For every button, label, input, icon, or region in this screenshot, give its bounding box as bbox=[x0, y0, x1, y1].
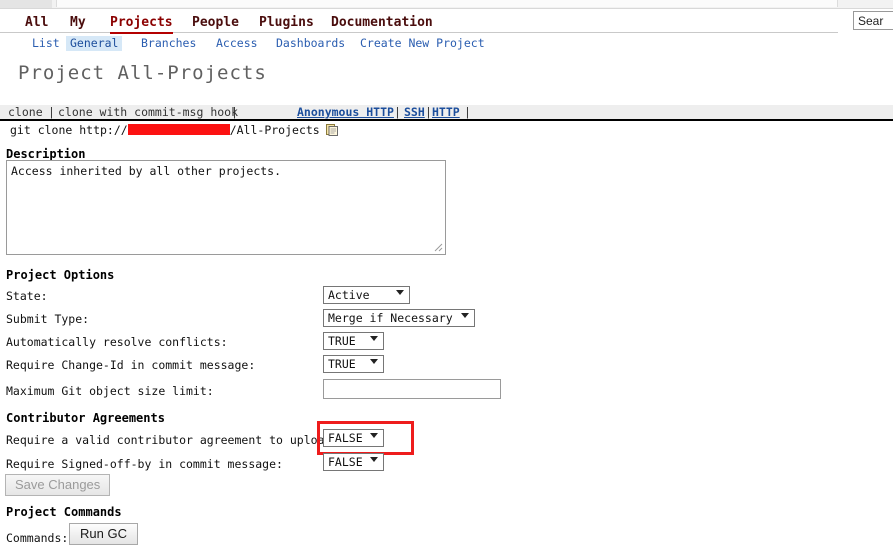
subnav-item-general[interactable]: General bbox=[66, 36, 123, 51]
nav-item-all[interactable]: All bbox=[25, 14, 48, 32]
sub-navigation: List General Branches Access Dashboards … bbox=[0, 36, 893, 53]
copy-to-clipboard-icon[interactable] bbox=[325, 124, 338, 136]
subnav-item-dashboards[interactable]: Dashboards bbox=[272, 36, 349, 51]
page-title: Project All-Projects bbox=[18, 62, 267, 84]
project-commands-heading: Project Commands bbox=[6, 505, 122, 519]
label-submit-type: Submit Type: bbox=[6, 312, 90, 326]
clone-command-suffix: /All-Projects bbox=[229, 123, 320, 137]
clone-scheme-separator-2: | bbox=[425, 105, 432, 119]
require-contributor-agreement-dropdown[interactable]: FALSE bbox=[323, 429, 384, 447]
save-changes-button[interactable]: Save Changes bbox=[5, 474, 111, 496]
label-max-git-object-size: Maximum Git object size limit: bbox=[6, 384, 214, 398]
label-commands: Commands: bbox=[6, 531, 69, 545]
subnav-item-list[interactable]: List bbox=[28, 36, 64, 51]
clone-scheme-http[interactable]: HTTP bbox=[432, 105, 460, 120]
redacted-host-bar bbox=[127, 124, 230, 135]
chevron-down-icon bbox=[461, 313, 469, 318]
nav-item-people[interactable]: People bbox=[192, 14, 239, 32]
label-state: State: bbox=[6, 289, 48, 303]
clone-command-prefix: git clone http:// bbox=[10, 123, 128, 137]
label-auto-resolve-conflicts: Automatically resolve conflicts: bbox=[6, 335, 228, 349]
chevron-down-icon bbox=[370, 433, 378, 438]
clone-command-row: git clone http:// /All-Projects bbox=[10, 123, 338, 139]
max-git-object-size-input[interactable] bbox=[323, 379, 501, 399]
subnav-item-branches[interactable]: Branches bbox=[137, 36, 200, 51]
run-gc-button[interactable]: Run GC bbox=[69, 523, 138, 545]
require-signed-off-by-value: FALSE bbox=[328, 455, 363, 469]
chevron-down-icon bbox=[396, 290, 404, 295]
clone-tab-commit-msg-hook[interactable]: clone with commit-msg hook bbox=[58, 105, 238, 120]
label-require-signed-off-by: Require Signed-off-by in commit message: bbox=[6, 457, 283, 471]
main-navigation: All My Projects People Plugins Documenta… bbox=[0, 14, 838, 34]
clone-tab-clone[interactable]: clone bbox=[8, 105, 43, 120]
description-heading: Description bbox=[6, 147, 86, 161]
browser-toolbar-stub bbox=[56, 0, 838, 7]
description-textarea[interactable] bbox=[6, 160, 446, 255]
auto-resolve-conflicts-dropdown[interactable]: TRUE bbox=[323, 332, 384, 350]
contributor-agreements-heading: Contributor Agreements bbox=[6, 411, 165, 425]
clone-scheme-separator-3: | bbox=[464, 105, 471, 119]
label-require-contributor-agreement: Require a valid contributor agreement to… bbox=[6, 433, 339, 447]
nav-item-my[interactable]: My bbox=[70, 14, 86, 32]
search-input[interactable]: Sear bbox=[853, 11, 893, 30]
state-dropdown-value: Active bbox=[328, 288, 370, 302]
clone-bar: clone | clone with commit-msg hook | Ano… bbox=[0, 105, 893, 121]
chevron-down-icon bbox=[370, 359, 378, 364]
nav-item-documentation[interactable]: Documentation bbox=[331, 14, 433, 32]
browser-chrome-strip bbox=[0, 0, 893, 9]
chevron-down-icon bbox=[370, 336, 378, 341]
project-options-heading: Project Options bbox=[6, 268, 115, 282]
require-change-id-value: TRUE bbox=[328, 357, 356, 371]
clone-tab-separator-1: | bbox=[48, 105, 55, 119]
auto-resolve-conflicts-value: TRUE bbox=[328, 334, 356, 348]
subnav-item-create-new-project[interactable]: Create New Project bbox=[356, 36, 489, 51]
nav-item-projects[interactable]: Projects bbox=[110, 14, 173, 34]
clone-scheme-separator-1: | bbox=[394, 105, 401, 119]
chevron-down-icon bbox=[370, 457, 378, 462]
require-contributor-agreement-value: FALSE bbox=[328, 431, 363, 445]
require-change-id-dropdown[interactable]: TRUE bbox=[323, 355, 384, 373]
submit-type-dropdown[interactable]: Merge if Necessary bbox=[323, 309, 475, 327]
submit-type-dropdown-value: Merge if Necessary bbox=[328, 311, 453, 325]
clone-scheme-anonymous-http[interactable]: Anonymous HTTP bbox=[297, 105, 394, 120]
label-require-change-id: Require Change-Id in commit message: bbox=[6, 358, 256, 372]
clone-tab-separator-2: | bbox=[231, 105, 238, 119]
require-signed-off-by-dropdown[interactable]: FALSE bbox=[323, 453, 384, 471]
browser-tab-stub bbox=[0, 0, 52, 8]
state-dropdown[interactable]: Active bbox=[323, 286, 410, 304]
clone-scheme-ssh[interactable]: SSH bbox=[404, 105, 425, 120]
subnav-item-access[interactable]: Access bbox=[212, 36, 262, 51]
nav-item-plugins[interactable]: Plugins bbox=[259, 14, 314, 32]
